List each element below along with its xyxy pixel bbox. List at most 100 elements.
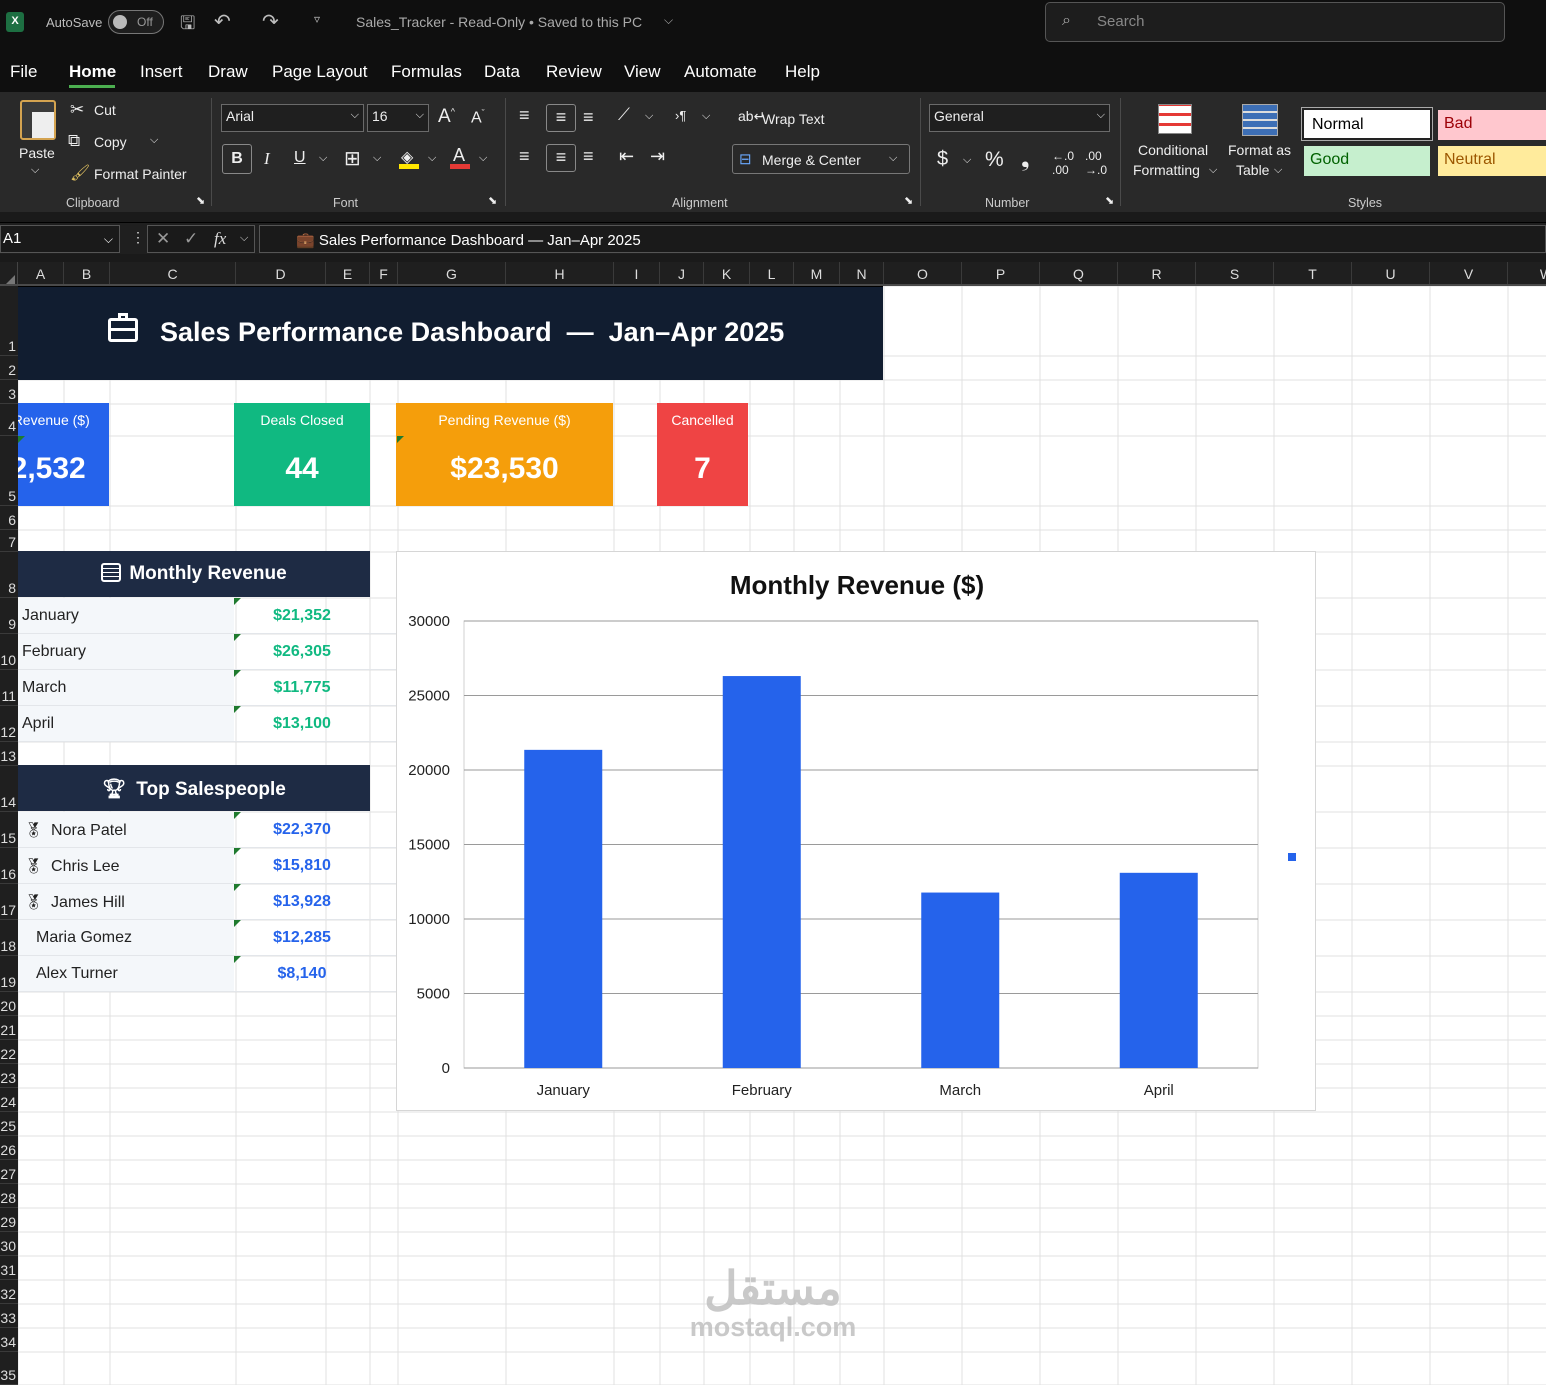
dashboard-title-banner[interactable]: Sales Performance Dashboard — Jan–Apr 20…	[18, 286, 883, 380]
tab-file[interactable]: File	[10, 62, 37, 82]
row-header-12[interactable]: 12	[0, 706, 18, 742]
paste-chevron-icon[interactable]: ⌵	[31, 164, 39, 177]
increase-decimal-icon[interactable]: ←.0.00	[1052, 149, 1074, 177]
name-cell[interactable]: 🏅︎ James Hill	[18, 884, 234, 919]
comma-button[interactable]: ❟	[1021, 146, 1030, 172]
amount-cell[interactable]: $11,775	[234, 670, 370, 705]
document-title[interactable]: Sales_Tracker - Read-Only • Saved to thi…	[356, 14, 642, 30]
align-top-icon[interactable]: ≡	[519, 105, 530, 126]
row-header-16[interactable]: 16	[0, 848, 18, 884]
table-row[interactable]: January $21,352	[18, 598, 396, 634]
align-bottom-icon[interactable]: ≡	[583, 107, 594, 128]
row-header-18[interactable]: 18	[0, 920, 18, 956]
chart-resize-handle[interactable]	[1288, 853, 1296, 861]
style-good[interactable]: Good	[1304, 146, 1430, 176]
row-header-10[interactable]: 10	[0, 634, 18, 670]
column-header-l[interactable]: L	[750, 262, 794, 286]
row-header-6[interactable]: 6	[0, 506, 18, 530]
column-header-n[interactable]: N	[840, 262, 884, 286]
formula-input[interactable]: 💼 Sales Performance Dashboard — Jan–Apr …	[259, 225, 1546, 253]
align-middle-icon[interactable]: ≡	[546, 104, 576, 132]
column-header-o[interactable]: O	[884, 262, 962, 286]
amount-cell[interactable]: $26,305	[234, 634, 370, 669]
style-neutral[interactable]: Neutral	[1438, 146, 1546, 176]
conditional-chevron-icon[interactable]: ⌵	[1209, 164, 1217, 177]
row-header-17[interactable]: 17	[0, 884, 18, 920]
name-box[interactable]: A1 ⌵	[0, 225, 120, 253]
tab-data[interactable]: Data	[484, 62, 520, 82]
decrease-indent-icon[interactable]: ⇤	[619, 146, 634, 167]
tab-insert[interactable]: Insert	[140, 62, 183, 82]
font-color-chevron-icon[interactable]: ⌵	[479, 152, 487, 165]
name-cell[interactable]: January	[18, 598, 234, 633]
row-header-24[interactable]: 24	[0, 1088, 18, 1112]
kpi-deals-closed[interactable]: Deals Closed 44	[234, 403, 370, 506]
row-header-7[interactable]: 7	[0, 530, 18, 552]
column-header-k[interactable]: K	[704, 262, 750, 286]
kpi-total-revenue[interactable]: Total Revenue ($) $72,532	[18, 403, 109, 506]
column-header-v[interactable]: V	[1430, 262, 1508, 286]
tab-view[interactable]: View	[624, 62, 661, 82]
column-header-d[interactable]: D	[236, 262, 326, 286]
row-header-23[interactable]: 23	[0, 1064, 18, 1088]
format-painter-button[interactable]: Format Painter	[94, 166, 187, 182]
tab-help[interactable]: Help	[785, 62, 820, 82]
redo-icon[interactable]: ↷	[262, 9, 279, 34]
align-right-icon[interactable]: ≡	[583, 146, 594, 167]
select-all-corner[interactable]	[0, 262, 18, 286]
save-icon[interactable]: 🖫	[180, 11, 195, 41]
row-header-30[interactable]: 30	[0, 1232, 18, 1256]
tab-formulas[interactable]: Formulas	[391, 62, 462, 82]
row-header-5[interactable]: 5	[0, 436, 18, 506]
bold-button[interactable]: B	[222, 144, 252, 174]
autosave-toggle[interactable]: Off	[108, 10, 164, 34]
italic-button[interactable]: I	[264, 149, 270, 169]
row-header-19[interactable]: 19	[0, 956, 18, 992]
format-table-label-2[interactable]: Table	[1236, 162, 1269, 178]
borders-chevron-icon[interactable]: ⌵	[373, 152, 381, 165]
amount-cell[interactable]: $22,370	[234, 812, 370, 847]
row-header-11[interactable]: 11	[0, 670, 18, 706]
decrease-decimal-icon[interactable]: .00 →.0	[1085, 149, 1107, 177]
tab-page-layout[interactable]: Page Layout	[272, 62, 367, 82]
cancel-icon[interactable]: ✕	[156, 229, 170, 249]
text-direction-chevron-icon[interactable]: ⌵	[702, 110, 710, 123]
fill-color-icon[interactable]: ◈	[399, 147, 419, 169]
format-table-chevron-icon[interactable]: ⌵	[1274, 164, 1282, 177]
tab-automate[interactable]: Automate	[684, 62, 757, 82]
row-header-22[interactable]: 22	[0, 1040, 18, 1064]
tab-review[interactable]: Review	[546, 62, 602, 82]
tab-draw[interactable]: Draw	[208, 62, 248, 82]
column-header-c[interactable]: C	[110, 262, 236, 286]
conditional-formatting-label-2[interactable]: Formatting	[1133, 162, 1200, 178]
name-cell[interactable]: 🏅︎ Chris Lee	[18, 848, 234, 883]
row-header-29[interactable]: 29	[0, 1208, 18, 1232]
customize-toolbar-icon[interactable]: ▿	[314, 12, 320, 26]
row-header-2[interactable]: 2	[0, 356, 18, 380]
name-cell[interactable]: March	[18, 670, 234, 705]
row-header-21[interactable]: 21	[0, 1016, 18, 1040]
amount-cell[interactable]: $8,140	[234, 956, 370, 991]
worksheet[interactable]: Sales Performance Dashboard — Jan–Apr 20…	[18, 286, 1546, 1385]
column-header-t[interactable]: T	[1274, 262, 1352, 286]
row-header-3[interactable]: 3	[0, 380, 18, 404]
paste-button[interactable]: Paste	[19, 145, 55, 161]
column-header-g[interactable]: G	[398, 262, 506, 286]
row-header-20[interactable]: 20	[0, 992, 18, 1016]
fill-chevron-icon[interactable]: ⌵	[428, 152, 436, 165]
copy-button[interactable]: Copy	[94, 134, 127, 150]
insert-function-button[interactable]: fx	[214, 229, 226, 249]
row-header-31[interactable]: 31	[0, 1256, 18, 1280]
amount-cell[interactable]: $12,285	[234, 920, 370, 955]
name-cell[interactable]: 🏅︎ Nora Patel	[18, 812, 234, 847]
more-options-icon[interactable]: ⋮	[131, 229, 145, 246]
copy-chevron-icon[interactable]: ⌵	[150, 134, 158, 147]
text-direction-icon[interactable]: ›¶	[675, 108, 686, 123]
orientation-icon[interactable]: ⟋	[618, 105, 630, 125]
column-header-j[interactable]: J	[660, 262, 704, 286]
style-bad[interactable]: Bad	[1438, 110, 1546, 140]
row-header-26[interactable]: 26	[0, 1136, 18, 1160]
font-launcher-icon[interactable]: ⬊	[488, 194, 497, 207]
name-cell[interactable]: April	[18, 706, 234, 741]
kpi-cancelled[interactable]: Cancelled 7	[657, 403, 748, 506]
